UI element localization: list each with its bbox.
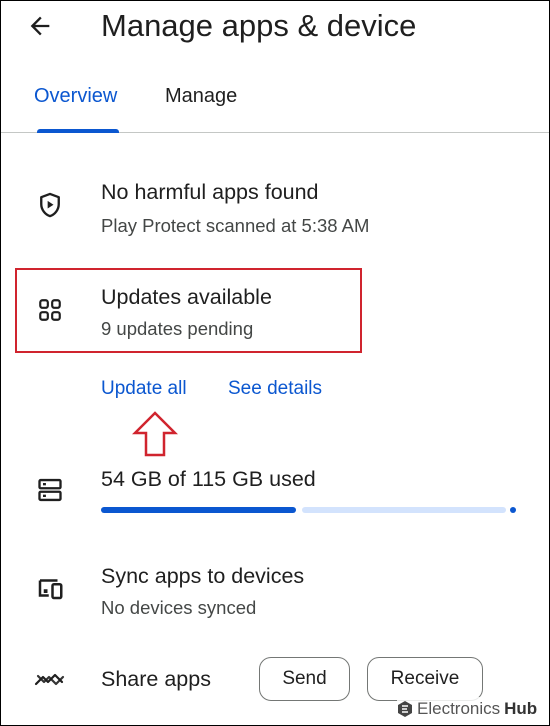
watermark-brand-a: Electronics bbox=[417, 699, 501, 718]
watermark: Electronics Hub bbox=[397, 697, 542, 721]
storage-title: 54 GB of 115 GB used bbox=[101, 467, 316, 491]
watermark-brand-b: Hub bbox=[504, 699, 538, 718]
protect-title: No harmful apps found bbox=[101, 180, 319, 204]
tab-overview[interactable]: Overview bbox=[34, 84, 117, 108]
sync-row[interactable]: Sync apps to devices No devices synced bbox=[0, 560, 550, 630]
send-button[interactable]: Send bbox=[259, 657, 350, 701]
share-title: Share apps bbox=[101, 667, 211, 691]
annotation-arrow-up-icon bbox=[132, 411, 178, 457]
active-tab-indicator bbox=[37, 129, 119, 133]
tab-bar: Overview Manage bbox=[0, 72, 550, 133]
top-app-bar: Manage apps & device bbox=[0, 0, 550, 56]
storage-bar-end-dot bbox=[510, 507, 516, 513]
play-protect-row[interactable]: No harmful apps found Play Protect scann… bbox=[0, 176, 550, 246]
sync-title: Sync apps to devices bbox=[101, 564, 305, 588]
storage-free-track bbox=[302, 507, 506, 513]
back-button[interactable] bbox=[24, 10, 56, 42]
brand-logo-icon bbox=[398, 701, 412, 717]
see-details-link[interactable]: See details bbox=[228, 377, 322, 401]
page-title: Manage apps & device bbox=[101, 8, 417, 43]
receive-button[interactable]: Receive bbox=[367, 657, 483, 701]
shield-play-icon bbox=[34, 189, 66, 221]
share-nearby-icon bbox=[34, 664, 66, 696]
storage-progress-bar bbox=[101, 507, 516, 513]
storage-used-fill bbox=[101, 507, 296, 513]
update-all-link[interactable]: Update all bbox=[101, 377, 187, 401]
protect-subtitle: Play Protect scanned at 5:38 AM bbox=[101, 215, 370, 236]
storage-icon bbox=[34, 474, 66, 506]
sync-subtitle: No devices synced bbox=[101, 597, 257, 618]
devices-icon bbox=[34, 572, 66, 604]
tab-manage[interactable]: Manage bbox=[165, 84, 237, 108]
highlight-box bbox=[15, 268, 362, 353]
arrow-left-icon bbox=[30, 16, 50, 36]
storage-row[interactable]: 54 GB of 115 GB used bbox=[0, 462, 550, 522]
